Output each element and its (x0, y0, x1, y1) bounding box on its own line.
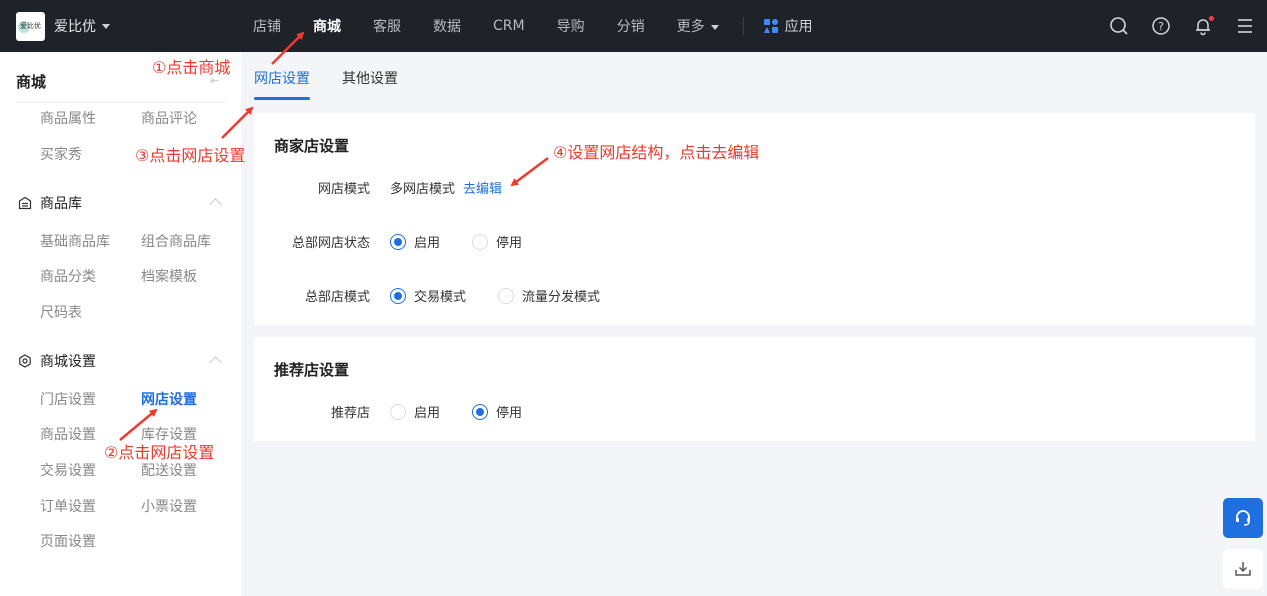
menu-icon[interactable] (1235, 16, 1255, 36)
sidebar-item-delivery-settings[interactable]: 配送设置 (141, 460, 197, 480)
radio-circle (472, 233, 489, 250)
radio-label: 停用 (496, 236, 523, 251)
annotation-step-2: ②点击网店设置 (104, 443, 215, 462)
apps-grid-icon (763, 19, 778, 33)
sidebar-item-size-chart[interactable]: 尺码表 (40, 302, 82, 322)
sidebar-item-product-category[interactable]: 商品分类 (40, 266, 96, 286)
radio-label: 启用 (414, 236, 441, 251)
radio-circle (390, 403, 406, 420)
radio-circle (498, 287, 515, 304)
radio-label: 交易模式 (414, 290, 467, 305)
field-label: 总部店模式 (304, 290, 370, 305)
warehouse-icon (18, 196, 32, 210)
settings-hex-icon (19, 354, 31, 368)
svg-text:?: ? (1158, 20, 1164, 33)
hq-status-row: 总部网店状态 启用 停用 (254, 232, 554, 251)
annotation-step-1: ①点击商城 (152, 58, 231, 77)
sidebar-item-store-settings[interactable]: 门店设置 (40, 389, 96, 409)
nav-apps[interactable]: 应用 (763, 16, 813, 36)
card-title: 商家店设置 (274, 137, 350, 155)
sidebar-item-order-settings[interactable]: 订单设置 (40, 496, 96, 516)
top-navbar: 爱比优 爱比优 店铺 商城 客服 数据 CRM 导购 分销 更多 应用 ? (0, 0, 1267, 52)
top-right-actions: ? (1087, 0, 1255, 52)
radio-traffic-mode[interactable]: 流量分发模式 (498, 286, 600, 305)
radio-circle (390, 233, 406, 250)
radio-label: 流量分发模式 (522, 290, 601, 305)
group-label: 商品库 (40, 196, 82, 212)
nav-distribution[interactable]: 分销 (617, 16, 645, 36)
notification-dot (1209, 16, 1214, 21)
apps-label: 应用 (784, 19, 813, 35)
sidebar-item-product-settings[interactable]: 商品设置 (40, 424, 96, 444)
main-nav: 店铺 商城 客服 数据 CRM 导购 分销 更多 应用 (253, 16, 813, 36)
tab-online-store-settings[interactable]: 网店设置 (254, 52, 310, 100)
edit-link[interactable]: 去编辑 (463, 178, 502, 197)
search-icon[interactable] (1109, 16, 1129, 36)
sidebar-item-basic-library[interactable]: 基础商品库 (40, 231, 110, 251)
chevron-up-icon[interactable] (209, 356, 222, 369)
field-label: 总部网店状态 (291, 236, 370, 251)
radio-label: 启用 (414, 406, 441, 421)
hq-mode-row: 总部店模式 交易模式 流量分发模式 (254, 286, 632, 305)
bell-icon[interactable] (1193, 16, 1214, 36)
sidebar-group-mall-settings[interactable]: 商城设置 (18, 351, 96, 371)
brand-name: 爱比优 (54, 19, 96, 35)
sidebar-item-buyer-show[interactable]: 买家秀 (40, 144, 82, 164)
customer-support-button[interactable] (1223, 498, 1263, 538)
group-label: 商城设置 (40, 354, 96, 370)
sidebar-item-online-store-settings[interactable]: 网店设置 (141, 389, 197, 409)
radio-recommend-disabled[interactable]: 停用 (472, 402, 522, 421)
radio-circle (390, 287, 406, 304)
sidebar-divider (16, 102, 226, 103)
brand-logo: 爱比优 (16, 11, 45, 41)
sidebar-item-page-settings[interactable]: 页面设置 (40, 531, 96, 551)
nav-store[interactable]: 店铺 (253, 16, 281, 36)
recommend-store-card: 推荐店设置 推荐店 启用 停用 (254, 337, 1255, 441)
field-label: 网店模式 (317, 182, 370, 197)
nav-shopping-guide[interactable]: 导购 (557, 16, 585, 36)
sidebar-item-receipt-settings[interactable]: 小票设置 (141, 496, 197, 516)
radio-hq-enabled[interactable]: 启用 (390, 232, 440, 251)
nav-crm[interactable]: CRM (493, 18, 525, 34)
caret-down-icon (710, 24, 719, 30)
radio-recommend-enabled[interactable]: 启用 (390, 402, 440, 421)
nav-more-label: 更多 (676, 19, 705, 35)
sidebar-item-archive-template[interactable]: 档案模板 (141, 266, 197, 286)
nav-more[interactable]: 更多 (677, 16, 719, 36)
radio-label: 停用 (496, 406, 523, 421)
radio-hq-disabled[interactable]: 停用 (472, 232, 522, 251)
sidebar-item-product-reviews[interactable]: 商品评论 (141, 108, 197, 128)
recommend-row: 推荐店 启用 停用 (254, 402, 554, 421)
nav-data[interactable]: 数据 (433, 16, 461, 36)
tab-other-settings[interactable]: 其他设置 (342, 52, 398, 100)
nav-customer-service[interactable]: 客服 (373, 16, 401, 36)
sidebar-title: 商城 (16, 73, 47, 91)
radio-trade-mode[interactable]: 交易模式 (390, 286, 466, 305)
radio-circle (472, 403, 489, 420)
download-icon (1235, 562, 1251, 576)
annotation-step-4: ④设置网店结构，点击去编辑 (553, 143, 760, 162)
download-button[interactable] (1223, 549, 1263, 589)
nav-mall[interactable]: 商城 (313, 16, 341, 36)
sidebar-item-combo-library[interactable]: 组合商品库 (141, 231, 211, 251)
card-title: 推荐店设置 (274, 361, 350, 379)
nav-divider (742, 17, 744, 35)
shop-mode-value: 多网店模式 (390, 182, 456, 197)
brand-switcher[interactable]: 爱比优 爱比优 (16, 11, 236, 41)
sidebar-item-product-attributes[interactable]: 商品属性 (40, 108, 96, 128)
shop-mode-row: 网店模式 多网店模式 去编辑 (254, 178, 502, 197)
headset-icon (1236, 510, 1250, 526)
field-label: 推荐店 (330, 406, 370, 421)
annotation-step-3: ③点击网店设置 (135, 146, 246, 165)
sidebar: 商城 ⇤ 商品属性 商品评论 买家秀 商品库 基础商品库 组合商品库 商品分类 … (0, 52, 241, 596)
caret-down-icon (102, 23, 110, 29)
sidebar-group-product-library[interactable]: 商品库 (18, 193, 82, 213)
settings-tabs: 网店设置 其他设置 (254, 52, 430, 100)
sidebar-item-trade-settings[interactable]: 交易设置 (40, 460, 96, 480)
chevron-up-icon[interactable] (209, 198, 222, 211)
help-icon[interactable]: ? (1151, 16, 1171, 36)
